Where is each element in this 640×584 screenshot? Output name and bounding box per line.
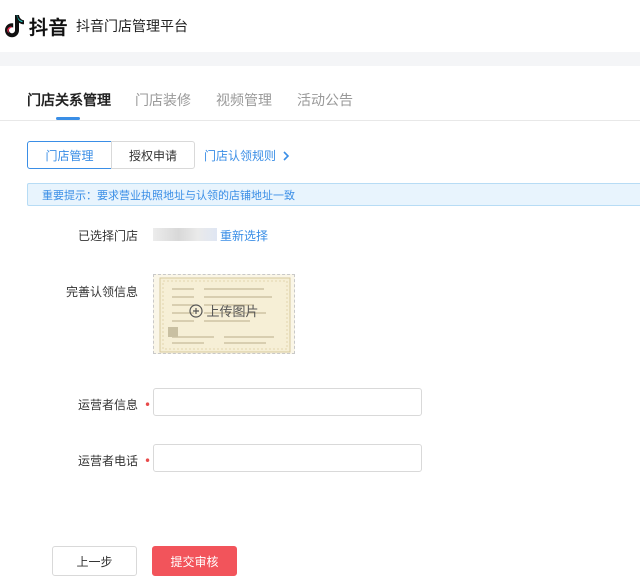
required-mark: • xyxy=(144,454,152,468)
logo-text: 抖音 xyxy=(29,16,69,39)
operator-phone-label: 运营者电话 • xyxy=(78,452,151,469)
required-mark: • xyxy=(144,398,152,412)
platform-title: 抖音门店管理平台 xyxy=(76,19,189,35)
complete-info-label: 完善认领信息 xyxy=(66,285,139,299)
previous-step-button[interactable]: 上一步 xyxy=(52,546,137,576)
reselect-link[interactable]: 重新选择 xyxy=(220,227,268,244)
important-notice-banner: 重要提示：要求营业执照地址与认领的店铺地址一致 xyxy=(27,183,640,206)
auth-apply-button[interactable]: 授权申请 xyxy=(111,141,195,169)
submit-review-button[interactable]: 提交审核 xyxy=(152,546,237,576)
douyin-logo[interactable]: 抖音 xyxy=(2,13,68,40)
notice-text: 重要提示：要求营业执照地址与认领的店铺地址一致 xyxy=(42,188,295,202)
operator-info-label-text: 运营者信息 xyxy=(78,398,139,412)
store-manage-button[interactable]: 门店管理 xyxy=(27,141,112,169)
selected-store-label: 已选择门店 xyxy=(78,229,139,243)
header-divider-strip xyxy=(0,52,640,66)
selected-store-name-blurred xyxy=(153,228,217,241)
operator-phone-label-text: 运营者电话 xyxy=(78,454,139,468)
store-claim-rules-label: 门店认领规则 xyxy=(204,149,277,163)
tab-activity-announcement[interactable]: 活动公告 xyxy=(297,90,353,110)
upload-label-row: 上传图片 xyxy=(154,301,294,320)
tab-store-decoration[interactable]: 门店装修 xyxy=(135,90,191,110)
top-header: 抖音 抖音门店管理平台 xyxy=(0,0,640,52)
tab-store-relations[interactable]: 门店关系管理 xyxy=(27,90,111,110)
chevron-right-icon xyxy=(283,150,290,161)
operator-phone-input[interactable] xyxy=(153,444,422,472)
douyin-logo-icon xyxy=(5,15,24,38)
store-claim-rules-link[interactable]: 门店认领规则 xyxy=(204,147,290,164)
plus-circle-icon xyxy=(189,303,204,318)
upload-text: 上传图片 xyxy=(206,305,259,320)
active-tab-indicator xyxy=(56,117,80,120)
main-tabs: 门店关系管理 门店装修 视频管理 活动公告 xyxy=(0,66,640,121)
tab-video-management[interactable]: 视频管理 xyxy=(216,90,272,110)
upload-image-area[interactable]: 上传图片 xyxy=(153,274,295,354)
operator-info-input[interactable] xyxy=(153,388,422,416)
operator-info-label: 运营者信息 • xyxy=(78,396,151,413)
